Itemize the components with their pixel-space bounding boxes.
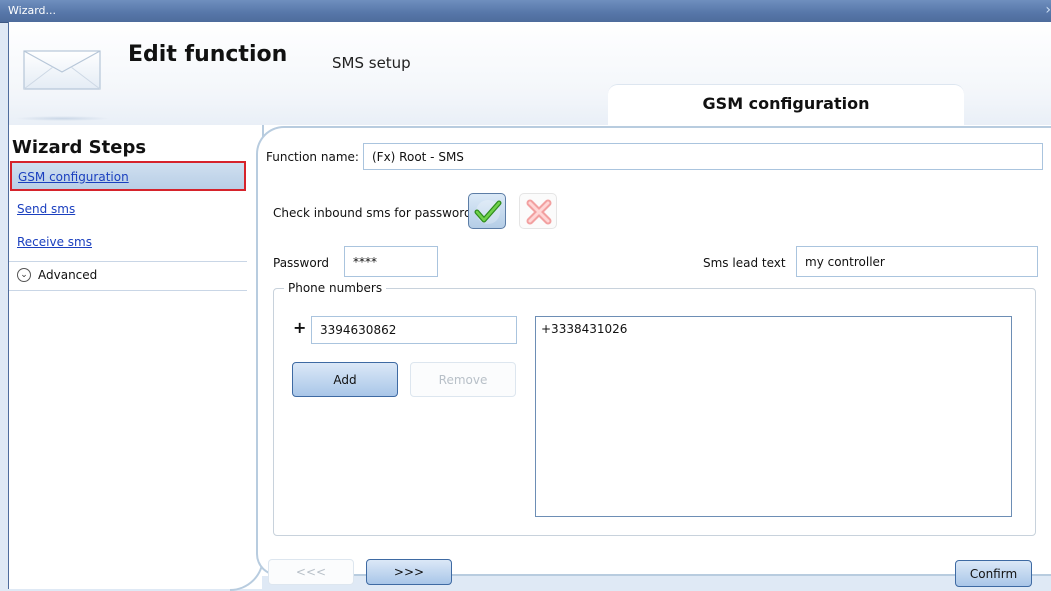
sidebar-item-send-sms[interactable]: Send sms — [10, 196, 246, 223]
envelope-icon — [23, 50, 101, 90]
check-inbound-label: Check inbound sms for password — [273, 206, 472, 220]
sidebar-item-label[interactable]: Send sms — [17, 202, 75, 216]
sms-lead-text-label: Sms lead text — [703, 256, 786, 270]
list-item[interactable]: +3338431026 — [541, 322, 627, 336]
sidebar-item-receive-sms[interactable]: Receive sms — [10, 229, 246, 256]
phone-numbers-legend: Phone numbers — [284, 281, 387, 295]
wizard-steps-panel — [9, 125, 248, 589]
chevron-down-circle-icon[interactable]: ⌄ — [17, 268, 31, 282]
check-no-button[interactable] — [519, 193, 557, 229]
window-titlebar: Wizard... › — [0, 0, 1051, 23]
collapse-chevron-icon[interactable]: › — [1045, 2, 1051, 18]
phone-number-value: 3394630862 — [320, 323, 397, 337]
plus-prefix: + — [293, 318, 307, 337]
function-name-input[interactable]: (Fx) Root - SMS — [363, 143, 1043, 170]
sidebar-item-label[interactable]: Receive sms — [17, 235, 92, 249]
confirm-button[interactable]: Confirm — [955, 560, 1032, 587]
add-button[interactable]: Add — [292, 362, 398, 397]
sidebar-item-gsm-configuration[interactable]: GSM configuration — [10, 161, 246, 191]
previous-button[interactable]: <<< — [268, 559, 354, 585]
window-title: Wizard... — [8, 4, 57, 17]
tab-gsm-configuration-label: GSM configuration — [702, 94, 870, 113]
previous-button-label: <<< — [295, 565, 327, 579]
phone-numbers-list[interactable]: +3338431026 — [535, 316, 1012, 517]
checkmark-icon — [474, 200, 502, 224]
cross-icon — [526, 199, 552, 225]
page-title: Edit function — [128, 42, 288, 67]
next-button[interactable]: >>> — [366, 559, 452, 585]
password-input[interactable]: **** — [344, 246, 438, 277]
password-label: Password — [273, 256, 330, 270]
sidebar-item-advanced[interactable]: ⌄ Advanced — [9, 261, 247, 291]
remove-button-label: Remove — [438, 372, 488, 387]
advanced-label: Advanced — [38, 268, 98, 282]
wizard-steps-title: Wizard Steps — [12, 137, 147, 158]
sidebar-item-label[interactable]: GSM configuration — [18, 170, 129, 184]
password-value: **** — [353, 254, 377, 269]
confirm-button-label: Confirm — [969, 566, 1018, 581]
function-name-label: Function name: — [266, 150, 359, 164]
remove-button[interactable]: Remove — [410, 362, 516, 397]
envelope-shadow — [15, 116, 110, 121]
function-name-value: (Fx) Root - SMS — [372, 149, 464, 164]
tab-gsm-configuration: GSM configuration — [608, 84, 964, 127]
next-button-label: >>> — [393, 565, 425, 579]
check-yes-button[interactable] — [468, 193, 506, 229]
sms-lead-text-input[interactable]: my controller — [796, 246, 1038, 277]
phone-number-input[interactable]: 3394630862 — [311, 316, 517, 344]
sms-lead-text-value: my controller — [805, 254, 885, 269]
add-button-label: Add — [333, 372, 357, 387]
page-subtitle: SMS setup — [332, 54, 411, 72]
